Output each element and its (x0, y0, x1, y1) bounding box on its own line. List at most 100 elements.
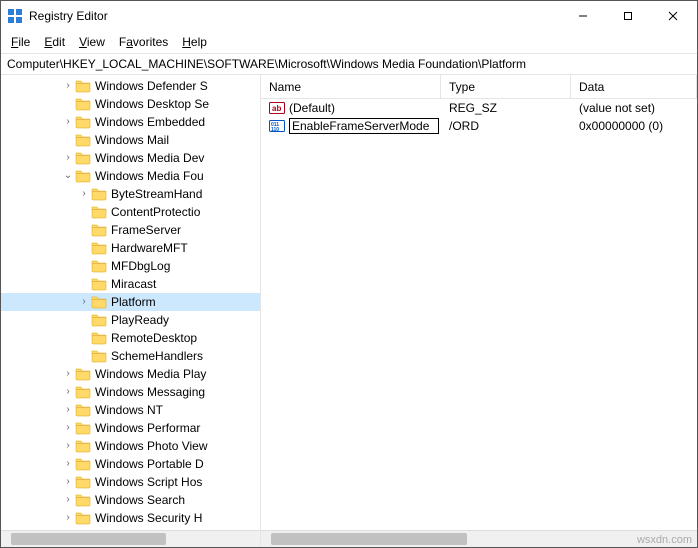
folder-icon (75, 366, 91, 382)
tree-item[interactable]: FrameServer (1, 221, 260, 239)
value-type: /ORD (441, 119, 571, 133)
tree-item[interactable]: SchemeHandlers (1, 347, 260, 365)
tree-item-label: Windows Media Dev (95, 151, 204, 165)
folder-icon (75, 96, 91, 112)
chevron-right-icon[interactable]: › (61, 79, 75, 93)
value-type: REG_SZ (441, 101, 571, 115)
folder-icon (75, 474, 91, 490)
tree-item[interactable]: › Windows Media Play (1, 365, 260, 383)
tree-item-label: Windows Security H (95, 511, 202, 525)
tree-item-label: Windows Media Play (95, 367, 206, 381)
tree-item[interactable]: Miracast (1, 275, 260, 293)
close-button[interactable] (650, 1, 695, 31)
maximize-button[interactable] (605, 1, 650, 31)
tree-item-label: Windows Defender S (95, 79, 208, 93)
tree-item-label: SchemeHandlers (111, 349, 203, 363)
value-name: (Default) (289, 101, 335, 115)
chevron-right-icon[interactable]: › (61, 493, 75, 507)
window-titlebar: Registry Editor (1, 1, 697, 31)
minimize-button[interactable] (560, 1, 605, 31)
chevron-right-icon[interactable]: › (77, 295, 91, 309)
tree-item[interactable]: › Platform (1, 293, 260, 311)
tree-item-label: Windows NT (95, 403, 163, 417)
value-name-edit-input[interactable] (289, 118, 439, 134)
chevron-right-icon[interactable]: › (61, 457, 75, 471)
dword-value-icon: 011110 (269, 118, 285, 134)
tree-item-label: Windows Messaging (95, 385, 205, 399)
chevron-right-icon[interactable]: › (61, 439, 75, 453)
chevron-right-icon[interactable]: › (61, 421, 75, 435)
menu-help[interactable]: Help (176, 33, 213, 51)
tree-item[interactable]: HardwareMFT (1, 239, 260, 257)
folder-icon (91, 348, 107, 364)
tree-item[interactable]: › Windows NT (1, 401, 260, 419)
address-bar[interactable]: Computer\HKEY_LOCAL_MACHINE\SOFTWARE\Mic… (1, 53, 697, 75)
folder-icon (75, 150, 91, 166)
tree-item[interactable]: › Windows Security H (1, 509, 260, 527)
folder-icon (75, 438, 91, 454)
chevron-right-icon[interactable]: › (61, 151, 75, 165)
folder-icon (75, 384, 91, 400)
folder-icon (91, 222, 107, 238)
menu-edit[interactable]: Edit (38, 33, 71, 51)
tree-item-label: PlayReady (111, 313, 169, 327)
folder-icon (91, 240, 107, 256)
folder-icon (91, 330, 107, 346)
tree-item[interactable]: ›Windows Script Hos (1, 473, 260, 491)
value-data: 0x00000000 (0) (571, 119, 697, 133)
tree-item-label: Windows Embedded (95, 115, 205, 129)
tree-item[interactable]: ›ByteStreamHand (1, 185, 260, 203)
tree-item[interactable]: › Windows Performar (1, 419, 260, 437)
folder-icon (75, 114, 91, 130)
folder-icon (75, 132, 91, 148)
folder-icon (75, 492, 91, 508)
tree-item[interactable]: ›Windows Search (1, 491, 260, 509)
tree-item[interactable]: › Windows Embedded (1, 113, 260, 131)
tree-item-label: HardwareMFT (111, 241, 188, 255)
tree-item-label: Windows Photo View (95, 439, 208, 453)
tree-item-label: Windows Portable D (95, 457, 204, 471)
list-row[interactable]: 011110/ORD0x00000000 (0) (261, 117, 697, 135)
chevron-right-icon[interactable]: › (61, 403, 75, 417)
value-data: (value not set) (571, 101, 697, 115)
column-header-data[interactable]: Data (571, 75, 697, 98)
tree-item-label: Windows Performar (95, 421, 200, 435)
chevron-right-icon[interactable]: › (61, 475, 75, 489)
chevron-right-icon[interactable]: › (61, 511, 75, 525)
tree-item[interactable]: › Windows Media Dev (1, 149, 260, 167)
tree-item[interactable]: PlayReady (1, 311, 260, 329)
chevron-right-icon[interactable]: › (61, 115, 75, 129)
tree-item[interactable]: ⌄Windows Media Fou (1, 167, 260, 185)
list-row[interactable]: ab (Default) REG_SZ(value not set) (261, 99, 697, 117)
svg-text:110: 110 (271, 127, 279, 133)
tree-item[interactable]: › Windows Defender S (1, 77, 260, 95)
folder-icon (91, 204, 107, 220)
tree-item-label: Platform (111, 295, 156, 309)
tree-item[interactable]: Windows Desktop Se (1, 95, 260, 113)
svg-text:ab: ab (272, 104, 281, 113)
folder-icon (91, 276, 107, 292)
tree-horizontal-scrollbar[interactable] (1, 530, 260, 547)
column-header-name[interactable]: Name (261, 75, 441, 98)
tree-item[interactable]: › Windows Portable D (1, 455, 260, 473)
column-header-type[interactable]: Type (441, 75, 571, 98)
menu-view[interactable]: View (73, 33, 111, 51)
chevron-down-icon[interactable]: ⌄ (61, 169, 75, 183)
chevron-right-icon[interactable]: › (61, 385, 75, 399)
tree-item-label: RemoteDesktop (111, 331, 197, 345)
menu-favorites[interactable]: Favorites (113, 33, 174, 51)
menubar: File Edit View Favorites Help (1, 31, 697, 53)
tree-item[interactable]: › Windows Messaging (1, 383, 260, 401)
tree-item[interactable]: Windows Mail (1, 131, 260, 149)
chevron-right-icon[interactable]: › (61, 367, 75, 381)
tree-item[interactable]: ContentProtectio (1, 203, 260, 221)
folder-icon (75, 420, 91, 436)
folder-icon (75, 402, 91, 418)
tree-item[interactable]: › Windows Photo View (1, 437, 260, 455)
list-horizontal-scrollbar[interactable] (261, 530, 697, 547)
menu-file[interactable]: File (5, 33, 36, 51)
folder-icon (75, 510, 91, 526)
chevron-right-icon[interactable]: › (77, 187, 91, 201)
tree-item[interactable]: MFDbgLog (1, 257, 260, 275)
tree-item[interactable]: RemoteDesktop (1, 329, 260, 347)
